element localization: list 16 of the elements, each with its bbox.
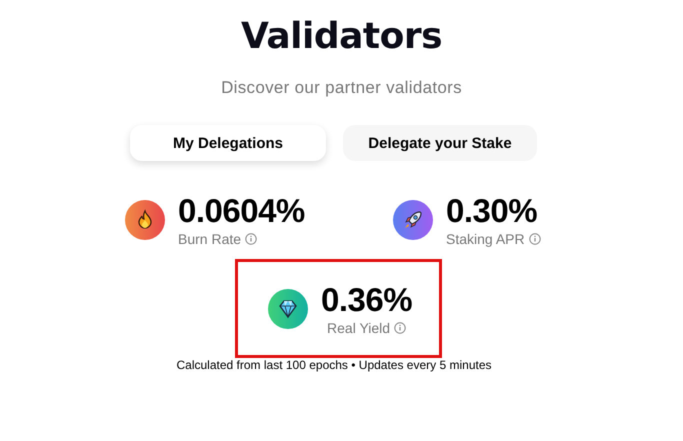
flame-icon bbox=[125, 200, 165, 240]
page-subtitle: Discover our partner validators bbox=[220, 78, 463, 98]
info-icon[interactable] bbox=[394, 322, 406, 334]
stat-label: Burn Rate bbox=[178, 231, 242, 247]
stat-label: Real Yield bbox=[327, 320, 390, 336]
info-icon[interactable] bbox=[528, 233, 541, 245]
rocket-icon bbox=[393, 200, 433, 240]
info-icon[interactable] bbox=[245, 233, 258, 245]
stat-value: 0.36% bbox=[321, 282, 412, 318]
tab[interactable]: Delegate your Stake bbox=[343, 125, 537, 161]
stat-value: 0.0604% bbox=[178, 193, 305, 229]
footnote: Calculated from last 100 epochs • Updates every 5 minutes bbox=[175, 358, 493, 372]
page-title: Validators bbox=[240, 15, 444, 59]
stat-value: 0.30% bbox=[446, 193, 538, 229]
stat-label: Staking APR bbox=[446, 231, 525, 247]
tab[interactable]: My Delegations bbox=[130, 125, 326, 161]
